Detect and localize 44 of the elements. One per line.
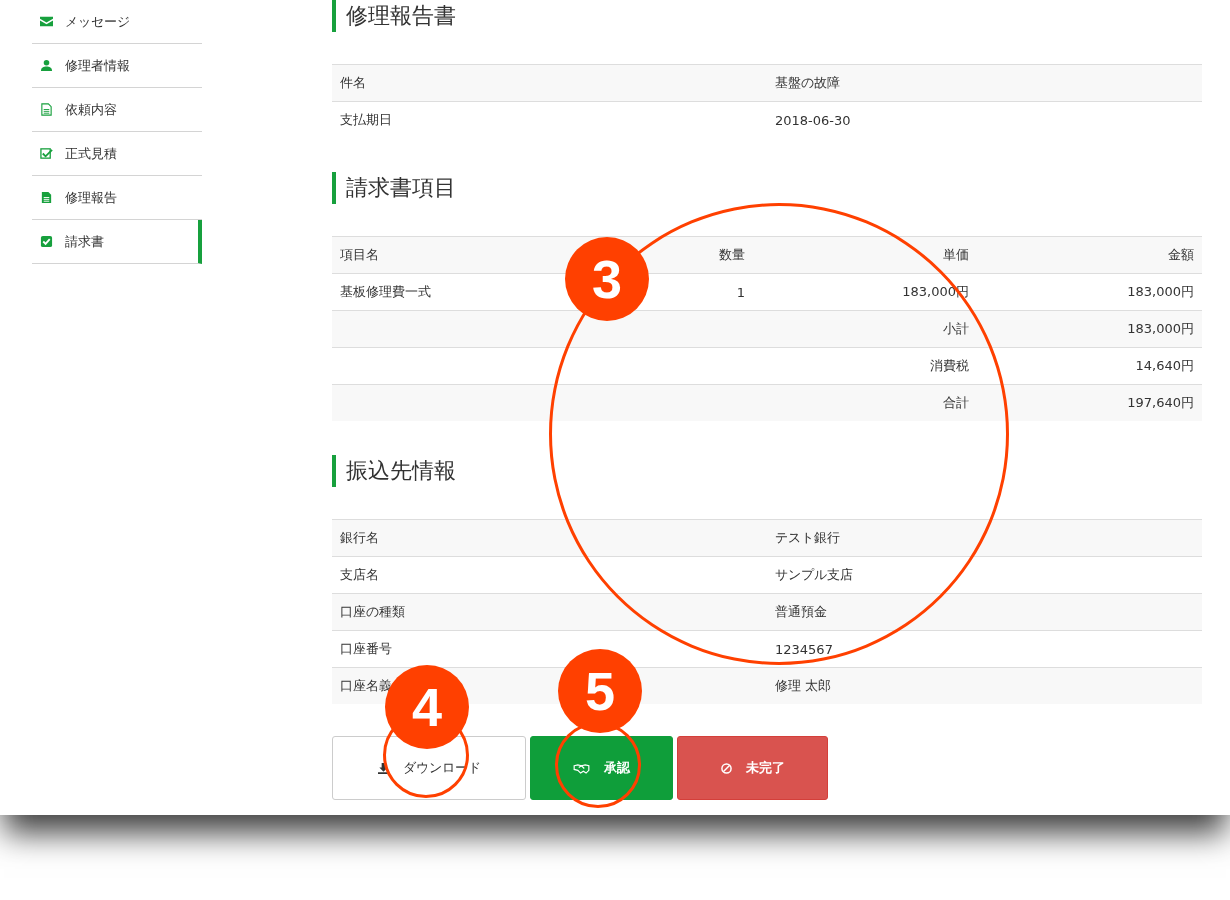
table-cell: 197,640円 [977, 384, 1202, 421]
table-cell: 修理 太郎 [767, 667, 1202, 704]
table-cell: 2018-06-30 [767, 101, 1202, 138]
sidebar-item[interactable]: メッセージ [32, 0, 202, 44]
sidebar-item[interactable]: 依頼内容 [32, 88, 202, 132]
table-cell: テスト銀行 [767, 519, 1202, 557]
table-cell: サンプル支店 [767, 556, 1202, 594]
document-icon [40, 191, 53, 204]
table-cell: 合計 [753, 384, 978, 421]
table-cell: 普通預金 [767, 593, 1202, 631]
annotation-number: 5 [558, 649, 642, 733]
table-cell: 14,640円 [977, 347, 1202, 385]
checkbox-icon [40, 235, 53, 248]
envelope-icon [40, 15, 53, 28]
section-heading: 請求書項目 [332, 172, 1202, 204]
column-header: 項目名 [332, 236, 536, 274]
download-icon [377, 762, 389, 774]
sidebar-item[interactable]: 修理者情報 [32, 44, 202, 88]
action-button[interactable]: 未完了 [677, 736, 828, 800]
table-cell: 183,000円 [977, 273, 1202, 311]
table-cell: 小計 [753, 310, 978, 348]
table-cell: 口座の種類 [332, 593, 767, 631]
column-header: 単価 [753, 236, 978, 274]
column-header: 金額 [977, 236, 1202, 274]
table-cell: 銀行名 [332, 519, 767, 557]
table-cell: 件名 [332, 64, 767, 102]
sidebar-item[interactable]: 正式見積 [32, 132, 202, 176]
table-cell: 基板修理費一式 [332, 273, 536, 311]
ban-icon [720, 762, 732, 774]
sidebar-item[interactable]: 修理報告 [32, 176, 202, 220]
action-button[interactable]: 承認 [530, 736, 673, 800]
sidebar-item[interactable]: 請求書 [32, 220, 202, 264]
section-heading: 修理報告書 [332, 0, 1202, 32]
checkbox-icon [40, 147, 53, 160]
table-cell: 1234567 [767, 630, 1202, 668]
user-icon [40, 59, 53, 72]
table-cell: 183,000円 [977, 310, 1202, 348]
table-cell: 支店名 [332, 556, 767, 594]
table-cell: 消費税 [753, 347, 978, 385]
table-cell: 支払期日 [332, 101, 767, 138]
handshake-icon [573, 762, 590, 774]
document-icon [40, 103, 53, 116]
table-cell: 基盤の故障 [767, 64, 1202, 102]
section-heading: 振込先情報 [332, 455, 1202, 487]
